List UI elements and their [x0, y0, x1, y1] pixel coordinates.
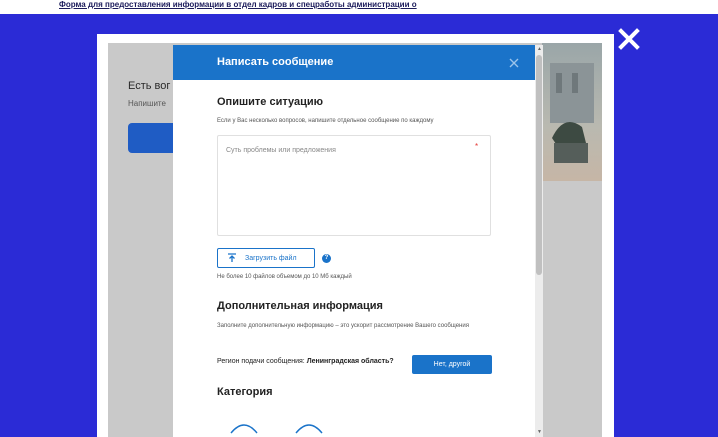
region-label: Регион подачи сообщения:	[217, 358, 305, 365]
lightbox-frame: Есть вог Напишите Написать сообщение Опи…	[97, 34, 614, 437]
chevron-up-icon[interactable]	[294, 413, 324, 437]
close-icon[interactable]	[507, 56, 521, 70]
background-button	[128, 123, 178, 153]
modal-scrollbar[interactable]: ▲ ▼	[535, 45, 543, 437]
category-title: Категория	[217, 386, 273, 398]
modal-title: Написать сообщение	[217, 56, 334, 68]
scroll-thumb[interactable]	[536, 55, 542, 275]
situation-hint: Если у Вас несколько вопросов, напишите …	[217, 118, 434, 124]
upload-file-button[interactable]: Загрузить файл	[217, 248, 315, 268]
document-link[interactable]: Форма для предоставления информации в от…	[59, 0, 559, 12]
upload-limit-note: Не более 10 файлов объемом до 10 Мб кажд…	[217, 274, 352, 280]
message-textarea[interactable]: Суть проблемы или предложения *	[217, 135, 491, 236]
region-value: Ленинградская область?	[306, 358, 394, 365]
chevron-up-icon[interactable]	[229, 413, 259, 437]
background-subtext: Напишите	[128, 99, 166, 108]
scroll-down-arrow-icon[interactable]: ▼	[537, 429, 542, 435]
modal-header: Написать сообщение	[173, 45, 535, 80]
upload-icon	[228, 253, 236, 262]
background-monument-image	[542, 43, 602, 181]
textarea-placeholder: Суть проблемы или предложения	[226, 147, 336, 154]
additional-info-title: Дополнительная информация	[217, 300, 383, 312]
write-message-modal: Написать сообщение Опишите ситуацию Если…	[173, 45, 535, 437]
region-other-button[interactable]: Нет, другой	[412, 355, 492, 374]
close-icon[interactable]	[617, 27, 641, 51]
background-heading: Есть вог	[128, 80, 171, 92]
situation-title: Опишите ситуацию	[217, 96, 324, 108]
upload-file-label: Загрузить файл	[245, 255, 297, 262]
help-icon[interactable]: ?	[322, 254, 331, 263]
additional-info-hint: Заполните дополнительную информацию – эт…	[217, 323, 469, 329]
required-mark: *	[475, 142, 479, 151]
region-question: Регион подачи сообщения: Ленинградская о…	[217, 358, 397, 366]
scroll-up-arrow-icon[interactable]: ▲	[537, 46, 542, 52]
